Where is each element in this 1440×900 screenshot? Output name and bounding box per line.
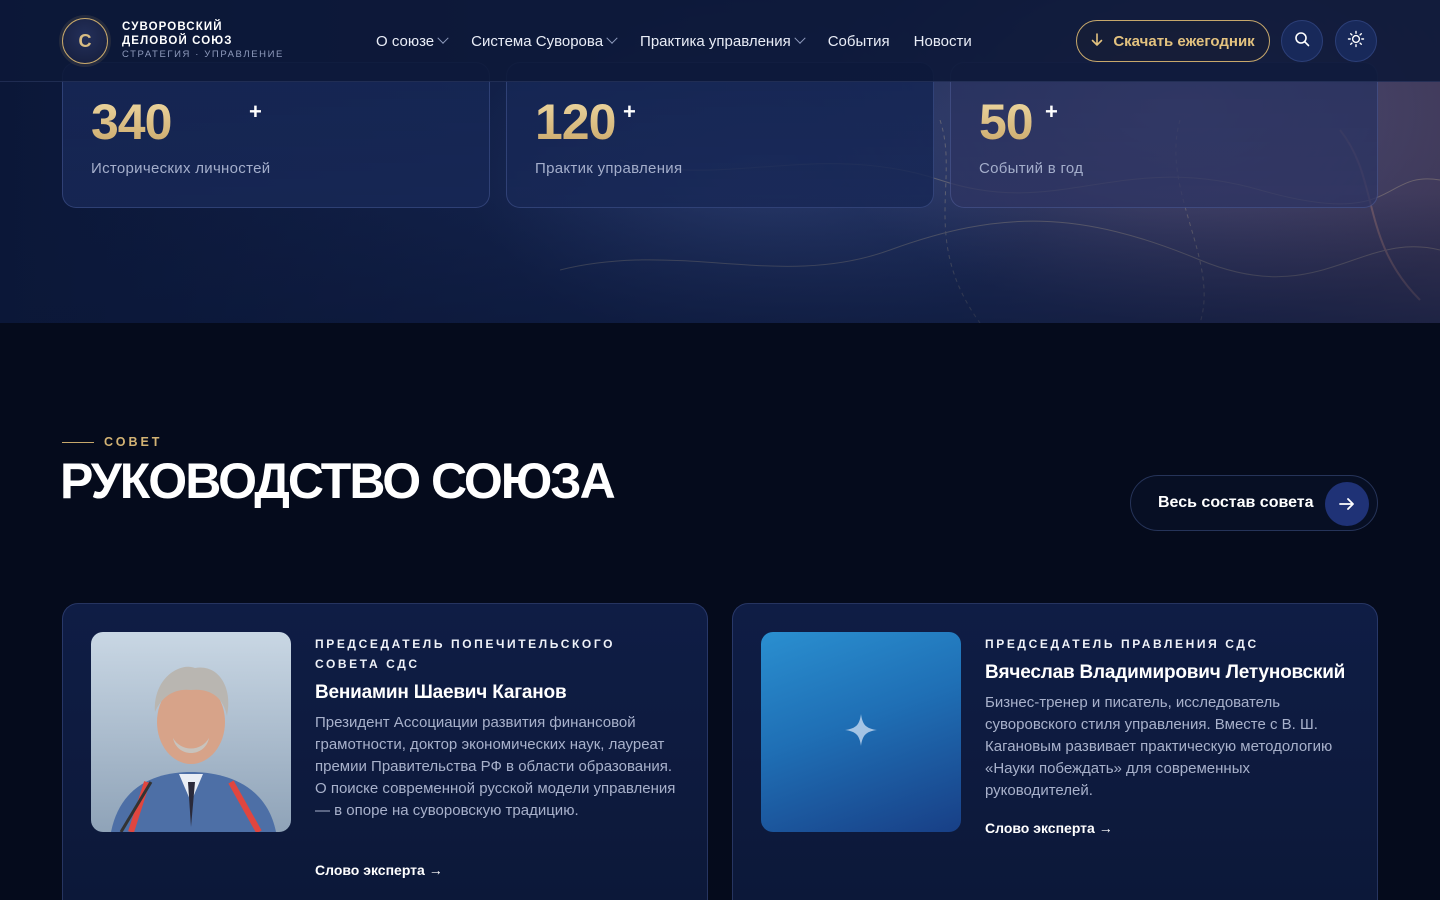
expert-word-link[interactable]: Слово эксперта → xyxy=(315,862,443,878)
all-council-label: Весь состав совета xyxy=(1158,494,1314,511)
person-photo-placeholder xyxy=(761,632,961,832)
stat-label: Событий в год xyxy=(979,160,1084,177)
arrow-down-icon xyxy=(1091,32,1103,50)
chevron-down-icon xyxy=(437,32,449,44)
nav-item-label: События xyxy=(827,32,890,50)
nav-item-label: О союзе xyxy=(376,32,435,50)
chevron-down-icon xyxy=(606,32,618,44)
stat-label: Исторических личностей xyxy=(91,160,271,177)
person-role: ПРЕДСЕДАТЕЛЬ ПОПЕЧИТЕЛЬСКОГО СОВЕТА СДС xyxy=(315,637,616,671)
logo-title-line-1: СУВОРОВСКИЙ xyxy=(122,21,223,34)
stat-suffix: + xyxy=(623,99,636,124)
stat-suffix: + xyxy=(249,99,262,124)
sun-icon xyxy=(1347,30,1365,53)
nav-item-about[interactable]: О союзе xyxy=(376,32,449,50)
nav-item-label: Новости xyxy=(913,32,972,50)
nav-item-news[interactable]: Новости xyxy=(914,33,972,50)
person-bio: Президент Ассоциации развития финансовой… xyxy=(315,714,676,819)
all-council-button[interactable]: Весь состав совета xyxy=(1130,475,1378,531)
stat-value: 120 xyxy=(535,94,616,150)
eyebrow-label: СОВЕТ xyxy=(104,435,163,449)
person-name: Вениамин Шаевич Каганов xyxy=(315,682,567,703)
nav-item-management-practice[interactable]: Практика управления xyxy=(640,32,806,50)
download-yearbook-label: Скачать ежегодник xyxy=(1113,32,1255,50)
nav-item-suvorov-system[interactable]: Система Суворова xyxy=(471,32,618,50)
search-icon xyxy=(1294,31,1310,52)
person-photo xyxy=(91,632,291,832)
theme-toggle-button[interactable] xyxy=(1335,20,1377,62)
eyebrow-rule xyxy=(62,441,94,443)
section-eyebrow: СОВЕТ xyxy=(62,435,162,449)
section-title: РУКОВОДСТВО СОЮЗА xyxy=(60,453,616,509)
arrow-right-icon xyxy=(1325,482,1369,526)
person-bio: Бизнес-тренер и писатель, исследователь … xyxy=(985,694,1333,799)
download-yearbook-button[interactable]: Скачать ежегодник xyxy=(1076,20,1270,62)
stat-label: Практик управления xyxy=(535,160,683,177)
stat-value: 340 xyxy=(91,94,172,150)
nav-item-events[interactable]: События xyxy=(828,33,890,50)
person-card: ПРЕДСЕДАТЕЛЬ ПОПЕЧИТЕЛЬСКОГО СОВЕТА СДС … xyxy=(62,603,708,900)
logo-text: СУВОРОВСКИЙ ДЕЛОВОЙ СОЮЗ СТРАТЕГИЯ · УПР… xyxy=(122,21,284,60)
expert-word-link[interactable]: Слово эксперта → xyxy=(985,820,1113,836)
nav-item-label: Практика управления xyxy=(640,32,791,50)
chevron-down-icon xyxy=(794,32,806,44)
logo-mark: С xyxy=(62,18,108,64)
logo[interactable]: С СУВОРОВСКИЙ ДЕЛОВОЙ СОЮЗ СТРАТЕГИЯ · У… xyxy=(62,18,284,64)
stat-suffix: + xyxy=(1045,99,1058,124)
stat-card: 120 + Практик управления xyxy=(506,62,934,208)
search-button[interactable] xyxy=(1281,20,1323,62)
person-role: ПРЕДСЕДАТЕЛЬ ПРАВЛЕНИЯ СДС xyxy=(985,637,1259,651)
person-card: ПРЕДСЕДАТЕЛЬ ПРАВЛЕНИЯ СДС Вячеслав Влад… xyxy=(732,603,1378,900)
sparkle-icon xyxy=(844,713,878,752)
main-nav: О союзе Система Суворова Практика управл… xyxy=(376,0,996,82)
stat-card: 340 + Исторических личностей xyxy=(62,62,490,208)
stat-card: 50 + Событий в год xyxy=(950,62,1378,208)
stat-value: 50 xyxy=(979,94,1034,150)
site-header: С СУВОРОВСКИЙ ДЕЛОВОЙ СОЮЗ СТРАТЕГИЯ · У… xyxy=(0,0,1440,82)
nav-item-label: Система Суворова xyxy=(471,32,604,50)
person-name: Вячеслав Владимирович Летуновский xyxy=(985,662,1346,683)
logo-title-line-2: ДЕЛОВОЙ СОЮЗ xyxy=(122,34,233,47)
logo-tagline: СТРАТЕГИЯ · УПРАВЛЕНИЕ xyxy=(122,48,284,60)
